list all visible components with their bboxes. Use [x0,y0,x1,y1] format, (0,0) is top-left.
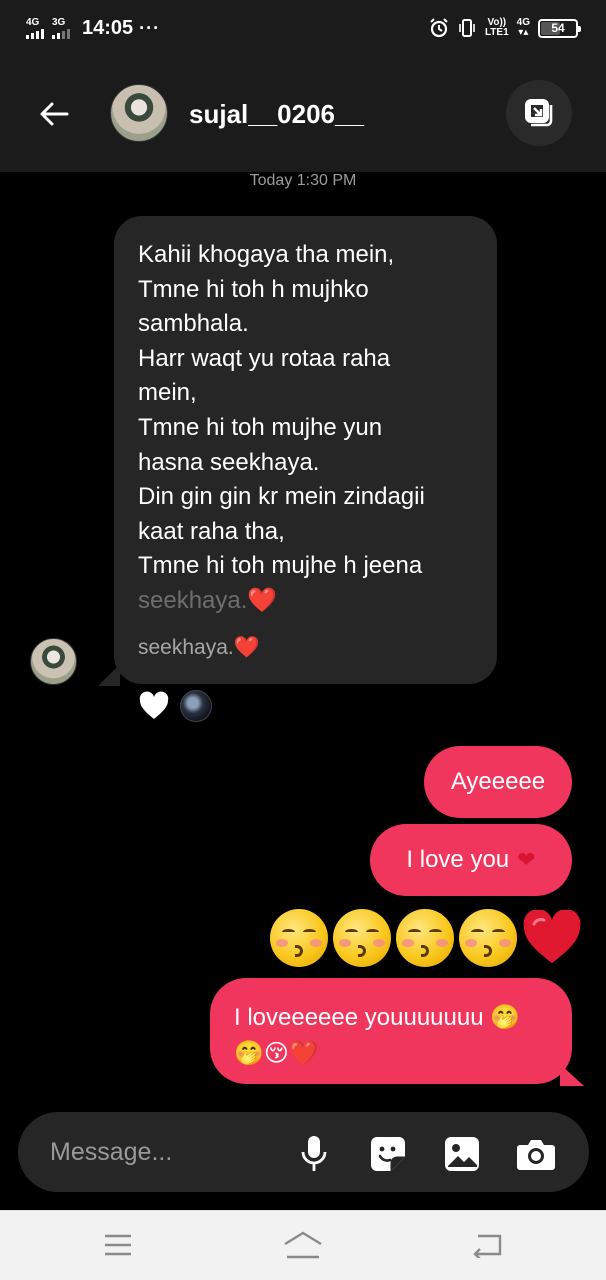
network-type-3: 4G ▾▴ [517,18,530,38]
battery-level: 54 [551,21,565,35]
signal-icon [52,28,70,39]
menu-icon [105,1234,131,1256]
sender-avatar[interactable] [30,638,77,685]
incoming-message[interactable]: Kahii khogaya tha mein, Tmne hi toh h mu… [114,216,497,684]
message-line: Tmne hi toh mujhe h jeena [138,552,423,580]
message-line: mein, [138,379,197,407]
heart-reaction-icon[interactable] [138,691,170,721]
message-text: Ayeeeee [450,768,546,795]
incoming-reply-text: seekhaya.❤️ [138,636,260,659]
incoming-bubble-tail [98,664,120,686]
chat-screen: 4G 3G 14:05 ··· Vo)) LTE1 4G ▾▴ 54 sujal… [0,0,606,1280]
microphone-icon [301,1136,327,1171]
message-line: Din gin gin kr mein zindagii [138,483,425,511]
more-notifications-indicator: ··· [139,17,161,38]
message-line: I loveeeeee youuuuuuu 🤭 [234,1004,521,1031]
status-right: Vo)) LTE1 4G ▾▴ 54 [429,18,581,38]
message-line: hasna seekhaya. [138,448,320,476]
reactor-avatar[interactable] [180,690,212,722]
signal-icon [26,28,44,39]
volte-indicator: Vo)) LTE1 [485,18,509,38]
message-line: kaat raha tha, [138,517,285,545]
red-heart-emoji [523,910,581,963]
message-line: sambhala. [138,310,249,338]
gallery-button[interactable] [442,1134,482,1174]
video-chat-button[interactable] [506,80,572,146]
chat-header: sujal__0206__ [0,56,606,172]
heart-emoji: ❤ [517,847,536,872]
network-type-1: 4G [26,16,40,28]
message-line-faded: seekhaya.❤️ [138,586,278,614]
chat-username[interactable]: sujal__0206__ [189,99,364,130]
back-button[interactable] [34,94,74,134]
outgoing-message[interactable]: I loveeeeee youuuuuuu 🤭 🤭😚❤️ [210,978,572,1084]
gallery-icon [445,1137,479,1171]
back-arrow-icon [40,102,69,126]
home-icon [284,1231,322,1259]
message-input[interactable] [50,1132,290,1172]
signal-indicator-2: 3G [52,16,70,39]
message-line: Kahii khogaya tha mein, [138,241,395,268]
emoji-message[interactable] [270,908,582,968]
outgoing-bubble-tail [560,1064,584,1086]
outgoing-message[interactable]: Ayeeeee [424,746,572,818]
back-icon [473,1234,502,1258]
message-composer [18,1112,589,1192]
nav-home-button[interactable] [283,1229,323,1261]
system-nav-bar [0,1210,606,1280]
message-line: Tmne hi toh h mujhko [138,275,369,303]
message-line: Tmne hi toh mujhe yun [138,413,383,441]
nav-menu-button[interactable] [98,1229,138,1261]
nav-back-button[interactable] [467,1229,507,1261]
video-chat-icon [525,99,553,127]
battery-icon: 54 [538,18,581,38]
sticker-icon [371,1137,405,1171]
signal-indicator-1: 4G [26,16,44,39]
camera-button[interactable] [516,1134,556,1174]
microphone-button[interactable] [294,1134,334,1174]
kissing-face-emoji [396,909,454,967]
volte-bottom: LTE1 [484,27,509,38]
alarm-icon [430,18,448,38]
network-type-2: 3G [52,16,66,28]
kissing-face-emoji [459,909,517,967]
kissing-face-emoji [333,909,391,967]
message-line: 🤭😚❤️ [234,1040,319,1067]
chat-timestamp: Today 1:30 PM [249,172,357,189]
message-line: Harr waqt yu rotaa raha [138,344,391,372]
profile-avatar[interactable] [110,84,168,142]
data-arrows-icon: ▾▴ [518,27,529,38]
outgoing-message[interactable]: I love you ❤ [370,824,572,896]
kissing-face-emoji [270,909,328,967]
sticker-button[interactable] [368,1134,408,1174]
status-bar: 4G 3G 14:05 ··· Vo)) LTE1 4G ▾▴ 54 [0,0,606,56]
vibrate-icon [459,19,475,37]
camera-icon [517,1140,555,1170]
message-text: I love you [406,846,510,873]
status-time: 14:05 [82,16,134,39]
